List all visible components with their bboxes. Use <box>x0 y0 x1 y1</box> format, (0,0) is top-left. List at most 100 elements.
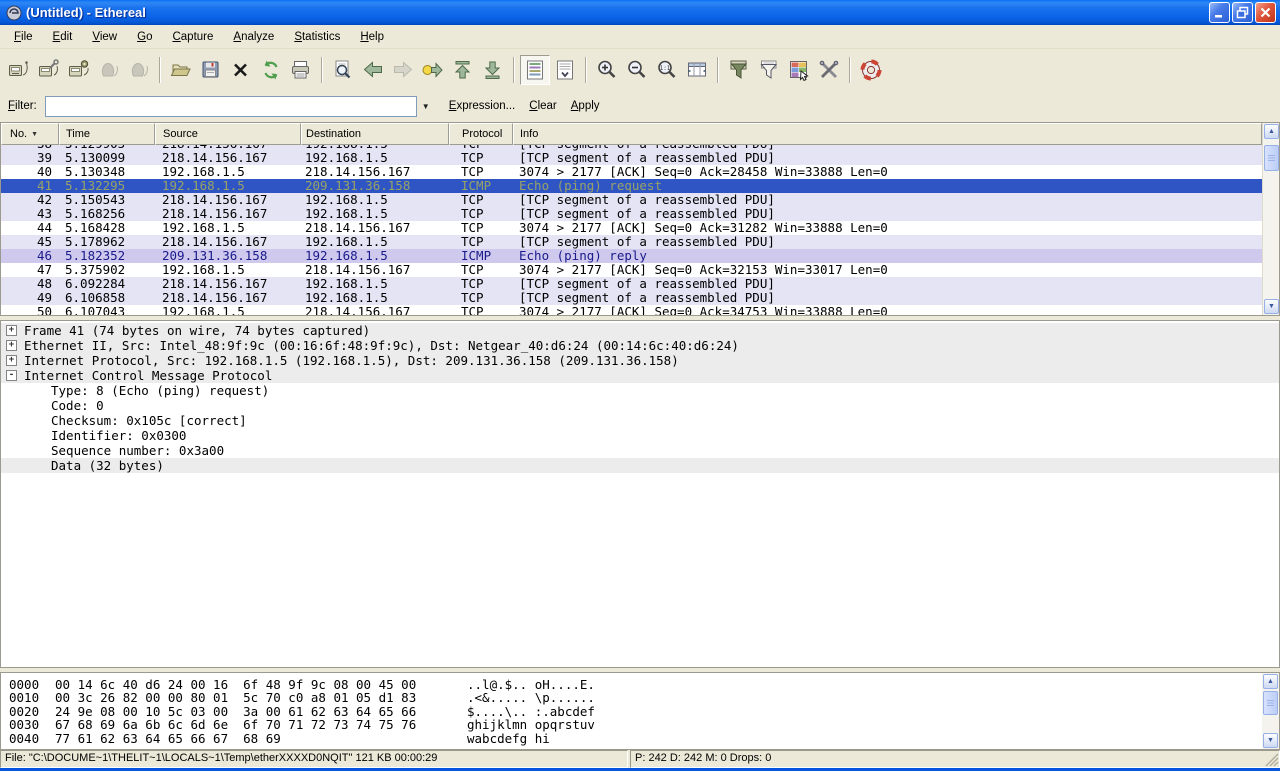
scrollbar-thumb[interactable] <box>1264 145 1279 171</box>
expand-icon[interactable]: + <box>6 355 17 366</box>
filter-dropdown-button[interactable]: ▼ <box>417 96 435 117</box>
zoom-100-button[interactable]: 1:1 <box>652 55 682 85</box>
packet-row-42[interactable]: 425.150543218.14.156.167192.168.1.5TCP[T… <box>1 193 1262 207</box>
close-capture-button[interactable] <box>226 55 256 85</box>
filter-label: Filter: <box>8 100 37 112</box>
packet-row-39[interactable]: 395.130099218.14.156.167192.168.1.5TCP[T… <box>1 151 1262 165</box>
go-to-top-button[interactable] <box>448 55 478 85</box>
interface-list-button[interactable] <box>4 55 34 85</box>
detail-row[interactable]: +Internet Protocol, Src: 192.168.1.5 (19… <box>1 353 1279 368</box>
capture-start-button[interactable] <box>64 55 94 85</box>
zoom-out-button[interactable] <box>622 55 652 85</box>
detail-row[interactable]: Identifier: 0x0300 <box>1 428 1279 443</box>
detail-row[interactable]: Type: 8 (Echo (ping) request) <box>1 383 1279 398</box>
find-packet-button[interactable] <box>328 55 358 85</box>
menu-file[interactable]: File <box>4 28 43 46</box>
expand-icon[interactable]: + <box>6 340 17 351</box>
go-forward-button[interactable] <box>388 55 418 85</box>
hex-row-0030[interactable]: 003067 68 69 6a 6b 6c 6d 6e 6f 70 71 72 … <box>9 718 1279 731</box>
zoom-in-button[interactable] <box>592 55 622 85</box>
menu-view[interactable]: View <box>82 28 127 46</box>
column-header-protocol[interactable]: Protocol <box>449 123 513 145</box>
hex-scrollbar[interactable]: ▲ ▼ <box>1262 673 1279 749</box>
packet-list-scrollbar[interactable]: ▲ ▼ <box>1262 123 1279 315</box>
open-file-button[interactable] <box>166 55 196 85</box>
chevron-down-icon: ▼ <box>422 102 430 111</box>
packet-list-header: No.▼TimeSourceDestinationProtocolInfo <box>1 123 1262 145</box>
packet-row-49[interactable]: 496.106858218.14.156.167192.168.1.5TCP[T… <box>1 291 1262 305</box>
packet-row-44[interactable]: 445.168428192.168.1.5218.14.156.167TCP30… <box>1 221 1262 235</box>
packet-row-47[interactable]: 475.375902192.168.1.5218.14.156.167TCP30… <box>1 263 1262 277</box>
detail-row[interactable]: Sequence number: 0x3a00 <box>1 443 1279 458</box>
hex-row-0000[interactable]: 000000 14 6c 40 d6 24 00 16 6f 48 9f 9c … <box>9 678 1279 691</box>
display-filter-button[interactable] <box>754 55 784 85</box>
filter-input[interactable] <box>45 96 417 117</box>
detail-row[interactable]: Checksum: 0x105c [correct] <box>1 413 1279 428</box>
hex-row-0020[interactable]: 002024 9e 08 00 10 5c 03 00 3a 00 61 62 … <box>9 705 1279 718</box>
detail-row[interactable]: Code: 0 <box>1 398 1279 413</box>
packet-row-41[interactable]: 415.132295192.168.1.5209.131.36.158ICMPE… <box>1 179 1262 193</box>
menu-capture[interactable]: Capture <box>162 28 223 46</box>
capture-stop-button[interactable] <box>94 55 124 85</box>
column-header-source[interactable]: Source <box>155 123 301 145</box>
expand-icon[interactable]: + <box>6 325 17 336</box>
sort-indicator-icon: ▼ <box>31 131 38 138</box>
help-button[interactable] <box>856 55 886 85</box>
scroll-up-icon[interactable]: ▲ <box>1264 124 1279 139</box>
coloring-rules-button[interactable] <box>784 55 814 85</box>
go-to-bottom-button[interactable] <box>478 55 508 85</box>
scroll-down-icon[interactable]: ▼ <box>1263 733 1278 748</box>
print-button[interactable] <box>286 55 316 85</box>
detail-row[interactable]: +Ethernet II, Src: Intel_48:9f:9c (00:16… <box>1 338 1279 353</box>
reload-button[interactable] <box>256 55 286 85</box>
detail-row[interactable]: Data (32 bytes) <box>1 458 1279 473</box>
go-to-packet-button[interactable] <box>418 55 448 85</box>
filter-bar: Filter: ▼ Expression... Clear Apply <box>0 90 1280 122</box>
open-folder-icon <box>169 58 193 82</box>
scroll-down-icon[interactable]: ▼ <box>1264 299 1279 314</box>
restore-button[interactable] <box>1232 2 1253 23</box>
column-header-no[interactable]: No.▼ <box>1 123 59 145</box>
packet-row-46[interactable]: 465.182352209.131.36.158192.168.1.5ICMPE… <box>1 249 1262 263</box>
scroll-up-icon[interactable]: ▲ <box>1263 674 1278 689</box>
menu-go[interactable]: Go <box>127 28 162 46</box>
zoom-100-icon: 1:1 <box>655 58 679 82</box>
help-lifering-icon <box>859 58 883 82</box>
packet-row-50[interactable]: 506.107043192.168.1.5218.14.156.167TCP30… <box>1 305 1262 316</box>
collapse-icon[interactable]: - <box>6 370 17 381</box>
detail-row[interactable]: -Internet Control Message Protocol <box>1 368 1279 383</box>
hex-row-0040[interactable]: 004077 61 62 63 64 65 66 67 68 69wabcdef… <box>9 732 1279 745</box>
capture-options-button[interactable] <box>34 55 64 85</box>
column-header-destination[interactable]: Destination <box>301 123 449 145</box>
hex-row-0010[interactable]: 001000 3c 26 82 00 00 80 01 5c 70 c0 a8 … <box>9 691 1279 704</box>
save-file-button[interactable] <box>196 55 226 85</box>
menu-statistics[interactable]: Statistics <box>284 28 350 46</box>
close-button[interactable] <box>1255 2 1276 23</box>
toolbar-separator <box>513 57 515 83</box>
resize-columns-button[interactable] <box>682 55 712 85</box>
preferences-button[interactable] <box>814 55 844 85</box>
capture-restart-button[interactable] <box>124 55 154 85</box>
packet-row-48[interactable]: 486.092284218.14.156.167192.168.1.5TCP[T… <box>1 277 1262 291</box>
menu-help[interactable]: Help <box>350 28 394 46</box>
menu-edit[interactable]: Edit <box>43 28 83 46</box>
scrollbar-thumb[interactable] <box>1263 691 1278 715</box>
auto-scroll-button[interactable] <box>550 55 580 85</box>
column-header-info[interactable]: Info <box>513 123 1262 145</box>
apply-button[interactable]: Apply <box>571 100 600 112</box>
packet-row-43[interactable]: 435.168256218.14.156.167192.168.1.5TCP[T… <box>1 207 1262 221</box>
menu-analyze[interactable]: Analyze <box>223 28 284 46</box>
packet-row-40[interactable]: 405.130348192.168.1.5218.14.156.167TCP30… <box>1 165 1262 179</box>
column-header-time[interactable]: Time <box>59 123 155 145</box>
colorize-icon <box>523 58 547 82</box>
go-back-button[interactable] <box>358 55 388 85</box>
packet-row-45[interactable]: 455.178962218.14.156.167192.168.1.5TCP[T… <box>1 235 1262 249</box>
capture-filter-button[interactable] <box>724 55 754 85</box>
minimize-button[interactable] <box>1209 2 1230 23</box>
interface-list-icon <box>7 58 31 82</box>
detail-row[interactable]: +Frame 41 (74 bytes on wire, 74 bytes ca… <box>1 323 1279 338</box>
expression-button[interactable]: Expression... <box>449 100 515 112</box>
colorize-button[interactable] <box>520 55 550 85</box>
resize-grip-icon[interactable] <box>1265 753 1279 767</box>
clear-button[interactable]: Clear <box>529 100 557 112</box>
